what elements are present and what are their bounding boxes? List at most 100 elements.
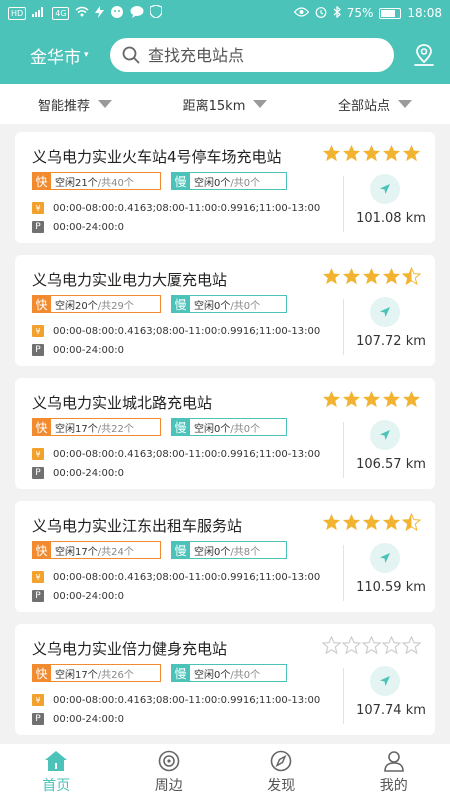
- slow-charger-chip: 慢 空闲0个/共0个: [171, 664, 287, 682]
- divider: [343, 176, 344, 232]
- price-icon: ¥: [32, 202, 44, 214]
- slow-type-label: 慢: [171, 418, 190, 436]
- star-empty-icon: [322, 636, 341, 655]
- battery-icon: [379, 7, 402, 19]
- search-input[interactable]: [148, 45, 368, 65]
- fast-free-count: 空闲20个: [55, 300, 98, 312]
- divider: [343, 299, 344, 355]
- station-list: 义乌电力实业火车站4号停车场充电站 快 空闲21个/共40个 慢 空闲0个/共0…: [15, 132, 435, 747]
- station-name: 义乌电力实业倍力健身充电站: [32, 640, 228, 658]
- bottom-tab-bar: 首页 周边 发现 我的: [0, 744, 450, 800]
- parking-icon: P: [32, 590, 44, 602]
- fast-free-count: 空闲17个: [55, 423, 98, 435]
- divider: [343, 545, 344, 601]
- tab-mine[interactable]: 我的: [338, 744, 450, 800]
- fast-type-label: 快: [32, 172, 51, 190]
- map-location-button[interactable]: [410, 41, 438, 69]
- filter-distance[interactable]: 距离15km: [150, 95, 300, 114]
- slow-total-count: /共0个: [230, 669, 261, 681]
- tab-discover[interactable]: 发现: [225, 744, 338, 800]
- parking-hours: 00:00-24:00:0: [53, 590, 124, 602]
- star-full-icon: [382, 267, 401, 285]
- station-card[interactable]: 义乌电力实业倍力健身充电站 快 空闲17个/共26个 慢 空闲0个/共0个 ¥ …: [15, 624, 435, 735]
- parking-hours: 00:00-24:00:0: [53, 344, 124, 356]
- navigate-button[interactable]: [370, 543, 400, 573]
- target-icon: [158, 750, 180, 771]
- filter-station-type-label: 全部站点: [337, 98, 390, 114]
- slow-type-label: 慢: [171, 541, 190, 559]
- station-name: 义乌电力实业城北路充电站: [32, 394, 213, 412]
- slow-total-count: /共8个: [230, 546, 261, 558]
- star-full-icon: [362, 267, 381, 285]
- fast-free-count: 空闲17个: [55, 669, 98, 681]
- bluetooth-icon: [333, 5, 341, 21]
- filter-bar: 智能推荐 距离15km 全部站点: [0, 84, 450, 124]
- star-half-icon: [402, 267, 421, 286]
- fast-charger-chip: 快 空闲20个/共29个: [32, 295, 161, 313]
- station-card[interactable]: 义乌电力实业火车站4号停车场充电站 快 空闲21个/共40个 慢 空闲0个/共0…: [15, 132, 435, 243]
- message-icon: [130, 5, 144, 21]
- parking-hours: 00:00-24:00:0: [53, 467, 124, 479]
- divider: [343, 422, 344, 478]
- slow-free-count: 空闲0个: [194, 546, 231, 558]
- station-card[interactable]: 义乌电力实业电力大厦充电站 快 空闲20个/共29个 慢 空闲0个/共0个 ¥ …: [15, 255, 435, 366]
- navigation-arrow-icon: [380, 307, 390, 317]
- star-full-icon: [402, 390, 421, 408]
- city-selector[interactable]: 金华市 ▾: [30, 43, 110, 68]
- star-full-icon: [342, 144, 361, 162]
- star-full-icon: [322, 267, 341, 285]
- filter-sort[interactable]: 智能推荐: [0, 95, 150, 114]
- star-full-icon: [342, 513, 361, 531]
- fast-charger-chip: 快 空闲17个/共24个: [32, 541, 161, 559]
- fast-total-count: /共24个: [97, 546, 134, 558]
- price-icon: ¥: [32, 448, 44, 460]
- slow-type-label: 慢: [171, 172, 190, 190]
- wifi-icon: [75, 6, 89, 20]
- station-card[interactable]: 义乌电力实业江东出租车服务站 快 空闲17个/共24个 慢 空闲0个/共8个 ¥…: [15, 501, 435, 612]
- slow-total-count: /共0个: [230, 300, 261, 312]
- user-icon: [383, 750, 404, 772]
- price-periods: 00:00-08:00:0.4163;08:00-11:00:0.9916;11…: [53, 571, 321, 583]
- triangle-down-icon: [98, 100, 112, 108]
- fast-charger-chip: 快 空闲21个/共40个: [32, 172, 161, 190]
- navigate-button[interactable]: [370, 297, 400, 327]
- search-box[interactable]: [110, 38, 394, 72]
- navigate-button[interactable]: [370, 174, 400, 204]
- app-notification-icon: [110, 5, 124, 22]
- slow-charger-chip: 慢 空闲0个/共8个: [171, 541, 287, 559]
- distance: 107.74 km: [356, 703, 426, 718]
- navigate-button[interactable]: [370, 666, 400, 696]
- rating-stars: [322, 144, 421, 163]
- navigation-arrow-icon: [380, 430, 390, 440]
- navigate-button[interactable]: [370, 420, 400, 450]
- star-empty-icon: [382, 636, 401, 655]
- slow-type-label: 慢: [171, 295, 190, 313]
- slow-free-count: 空闲0个: [194, 669, 231, 681]
- alarm-icon: [315, 6, 327, 21]
- star-full-icon: [382, 144, 401, 162]
- navigation-arrow-icon: [380, 184, 390, 194]
- fast-total-count: /共22个: [97, 423, 134, 435]
- star-full-icon: [342, 390, 361, 408]
- fast-type-label: 快: [32, 541, 51, 559]
- navigation-arrow-icon: [380, 553, 390, 563]
- fast-free-count: 空闲21个: [55, 177, 98, 189]
- home-icon: [45, 750, 68, 771]
- shield-icon: [149, 4, 164, 21]
- filter-station-type[interactable]: 全部站点: [300, 95, 450, 114]
- compass-icon: [270, 750, 292, 771]
- price-icon: ¥: [32, 571, 44, 583]
- filter-sort-label: 智能推荐: [37, 98, 90, 114]
- parking-hours: 00:00-24:00:0: [53, 221, 124, 233]
- triangle-down-icon: [253, 100, 268, 108]
- parking-icon: P: [32, 221, 44, 233]
- tab-home[interactable]: 首页: [0, 744, 113, 800]
- fast-charger-chip: 快 空闲17个/共22个: [32, 418, 161, 436]
- star-full-icon: [342, 267, 361, 285]
- navigation-arrow-icon: [380, 676, 390, 686]
- tab-nearby[interactable]: 周边: [113, 744, 226, 800]
- station-card[interactable]: 义乌电力实业城北路充电站 快 空闲17个/共22个 慢 空闲0个/共0个 ¥ 0…: [15, 378, 435, 489]
- rating-stars: [322, 390, 421, 409]
- eye-icon: [293, 6, 310, 20]
- star-full-icon: [362, 144, 381, 162]
